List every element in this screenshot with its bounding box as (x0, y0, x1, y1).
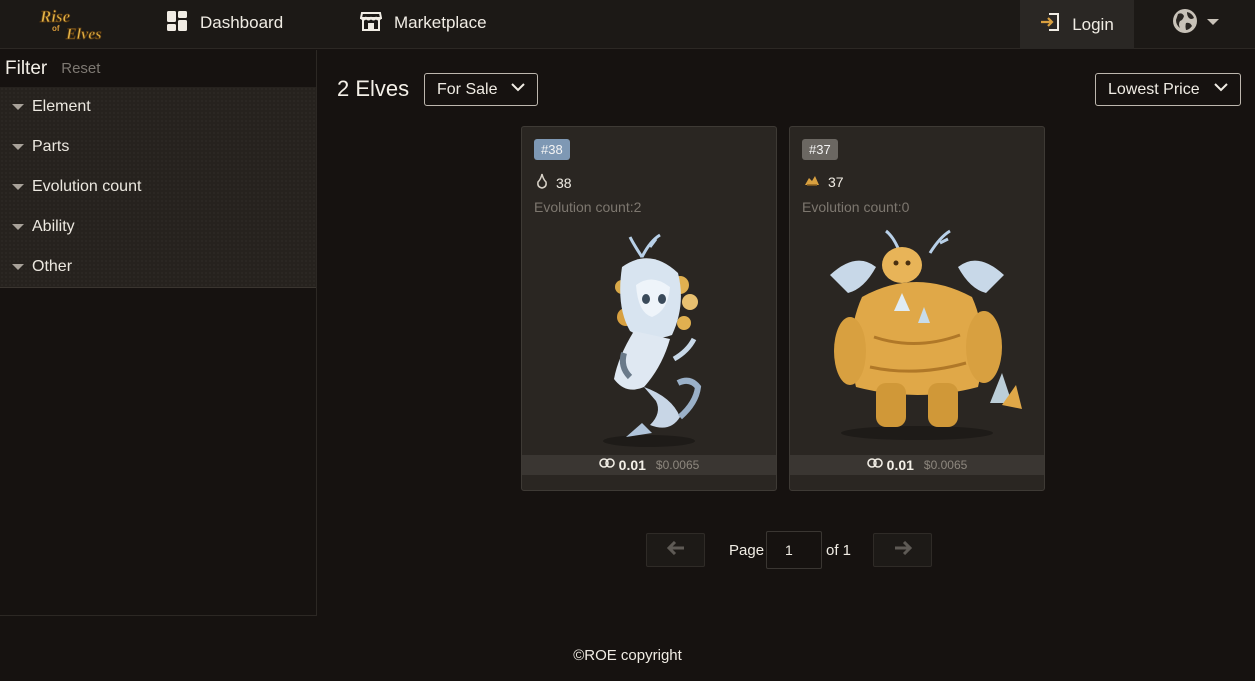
footer-copyright: ©ROE copyright (573, 647, 682, 664)
svg-text:of: of (52, 24, 60, 33)
elf-stat-value: 38 (556, 174, 572, 191)
elf-id-badge: #38 (534, 139, 570, 160)
filter-item-label: Evolution count (32, 178, 142, 195)
elf-stat: 37 (804, 173, 844, 190)
price-value: 0.01 (886, 457, 914, 473)
elf-stat: 38 (536, 173, 572, 192)
elf-card[interactable]: #38 38 Evolution count:2 0.01 $0.0065 (521, 126, 777, 491)
caret-down-icon (12, 264, 24, 270)
filter-reset-button[interactable]: Reset (61, 60, 100, 77)
sale-status-dropdown[interactable]: For Sale (424, 73, 538, 106)
price-value: 0.01 (618, 457, 646, 473)
svg-text:Elves: Elves (65, 26, 102, 43)
price-usd: $0.0065 (923, 458, 968, 472)
elf-card[interactable]: #37 37 Evolution count:0 0.01 $0.0065 (789, 126, 1045, 491)
chain-link-icon (598, 456, 615, 474)
top-navigation-bar: Rise of Elves Dashboard Marketplace Logi… (0, 0, 1255, 49)
elf-id-badge: #37 (802, 139, 838, 160)
filter-item-other[interactable]: Other (0, 247, 316, 287)
evolution-count: Evolution count:0 (802, 199, 910, 215)
filter-item-label: Other (32, 258, 73, 275)
dashboard-icon (166, 10, 188, 37)
evolution-count: Evolution count:2 (534, 199, 642, 215)
arrow-left-icon (666, 540, 685, 560)
price-bar: 0.01 $0.0065 (522, 455, 776, 475)
filter-header: Filter Reset (0, 50, 316, 87)
rock-pile-icon (804, 173, 820, 190)
marketplace-label: Marketplace (394, 13, 487, 32)
login-label: Login (1072, 14, 1114, 34)
water-drop-icon (536, 173, 548, 192)
page-label: Page (729, 542, 765, 559)
filter-item-evolution-count[interactable]: Evolution count (0, 167, 316, 207)
chain-link-icon (866, 456, 883, 474)
sort-value: Lowest Price (1108, 80, 1200, 98)
filter-item-parts[interactable]: Parts (0, 127, 316, 167)
sale-status-value: For Sale (437, 80, 498, 98)
elf-artwork-mermaid (522, 227, 776, 455)
page-number-input[interactable] (766, 531, 822, 569)
filter-item-label: Parts (32, 138, 70, 155)
caret-down-icon (12, 184, 24, 190)
elves-count-title: 2 Elves (337, 76, 410, 101)
nav-marketplace[interactable]: Marketplace (359, 0, 487, 46)
storefront-icon (359, 10, 383, 37)
sort-dropdown[interactable]: Lowest Price (1095, 73, 1241, 106)
filter-item-element[interactable]: Element (0, 87, 316, 127)
filter-item-ability[interactable]: Ability (0, 207, 316, 247)
globe-icon (1172, 8, 1198, 39)
previous-page-button[interactable] (646, 533, 705, 567)
rise-of-elves-logo[interactable]: Rise of Elves (38, 4, 126, 44)
login-icon (1040, 12, 1060, 37)
nav-dashboard[interactable]: Dashboard (166, 0, 283, 46)
login-button[interactable]: Login (1020, 0, 1134, 49)
filter-title: Filter (5, 57, 48, 79)
filter-item-label: Element (32, 98, 91, 115)
filter-sidebar: Filter Reset Element Parts Evolution cou… (0, 50, 317, 616)
arrow-right-icon (894, 540, 912, 560)
filter-item-label: Ability (32, 218, 75, 235)
dashboard-label: Dashboard (200, 13, 284, 32)
caret-down-icon (12, 144, 24, 150)
elf-artwork-golem (790, 227, 1044, 455)
caret-down-icon (12, 104, 24, 110)
caret-down-icon (12, 224, 24, 230)
chevron-down-icon (1214, 80, 1228, 99)
chevron-down-icon (1206, 14, 1220, 32)
filter-list: Element Parts Evolution count Ability Ot… (0, 87, 316, 288)
elf-stat-value: 37 (828, 173, 844, 190)
chevron-down-icon (511, 80, 525, 99)
next-page-button[interactable] (873, 533, 932, 567)
language-selector[interactable] (1172, 8, 1220, 39)
price-usd: $0.0065 (655, 458, 700, 472)
page-total: of 1 (826, 542, 852, 559)
price-bar: 0.01 $0.0065 (790, 455, 1044, 475)
